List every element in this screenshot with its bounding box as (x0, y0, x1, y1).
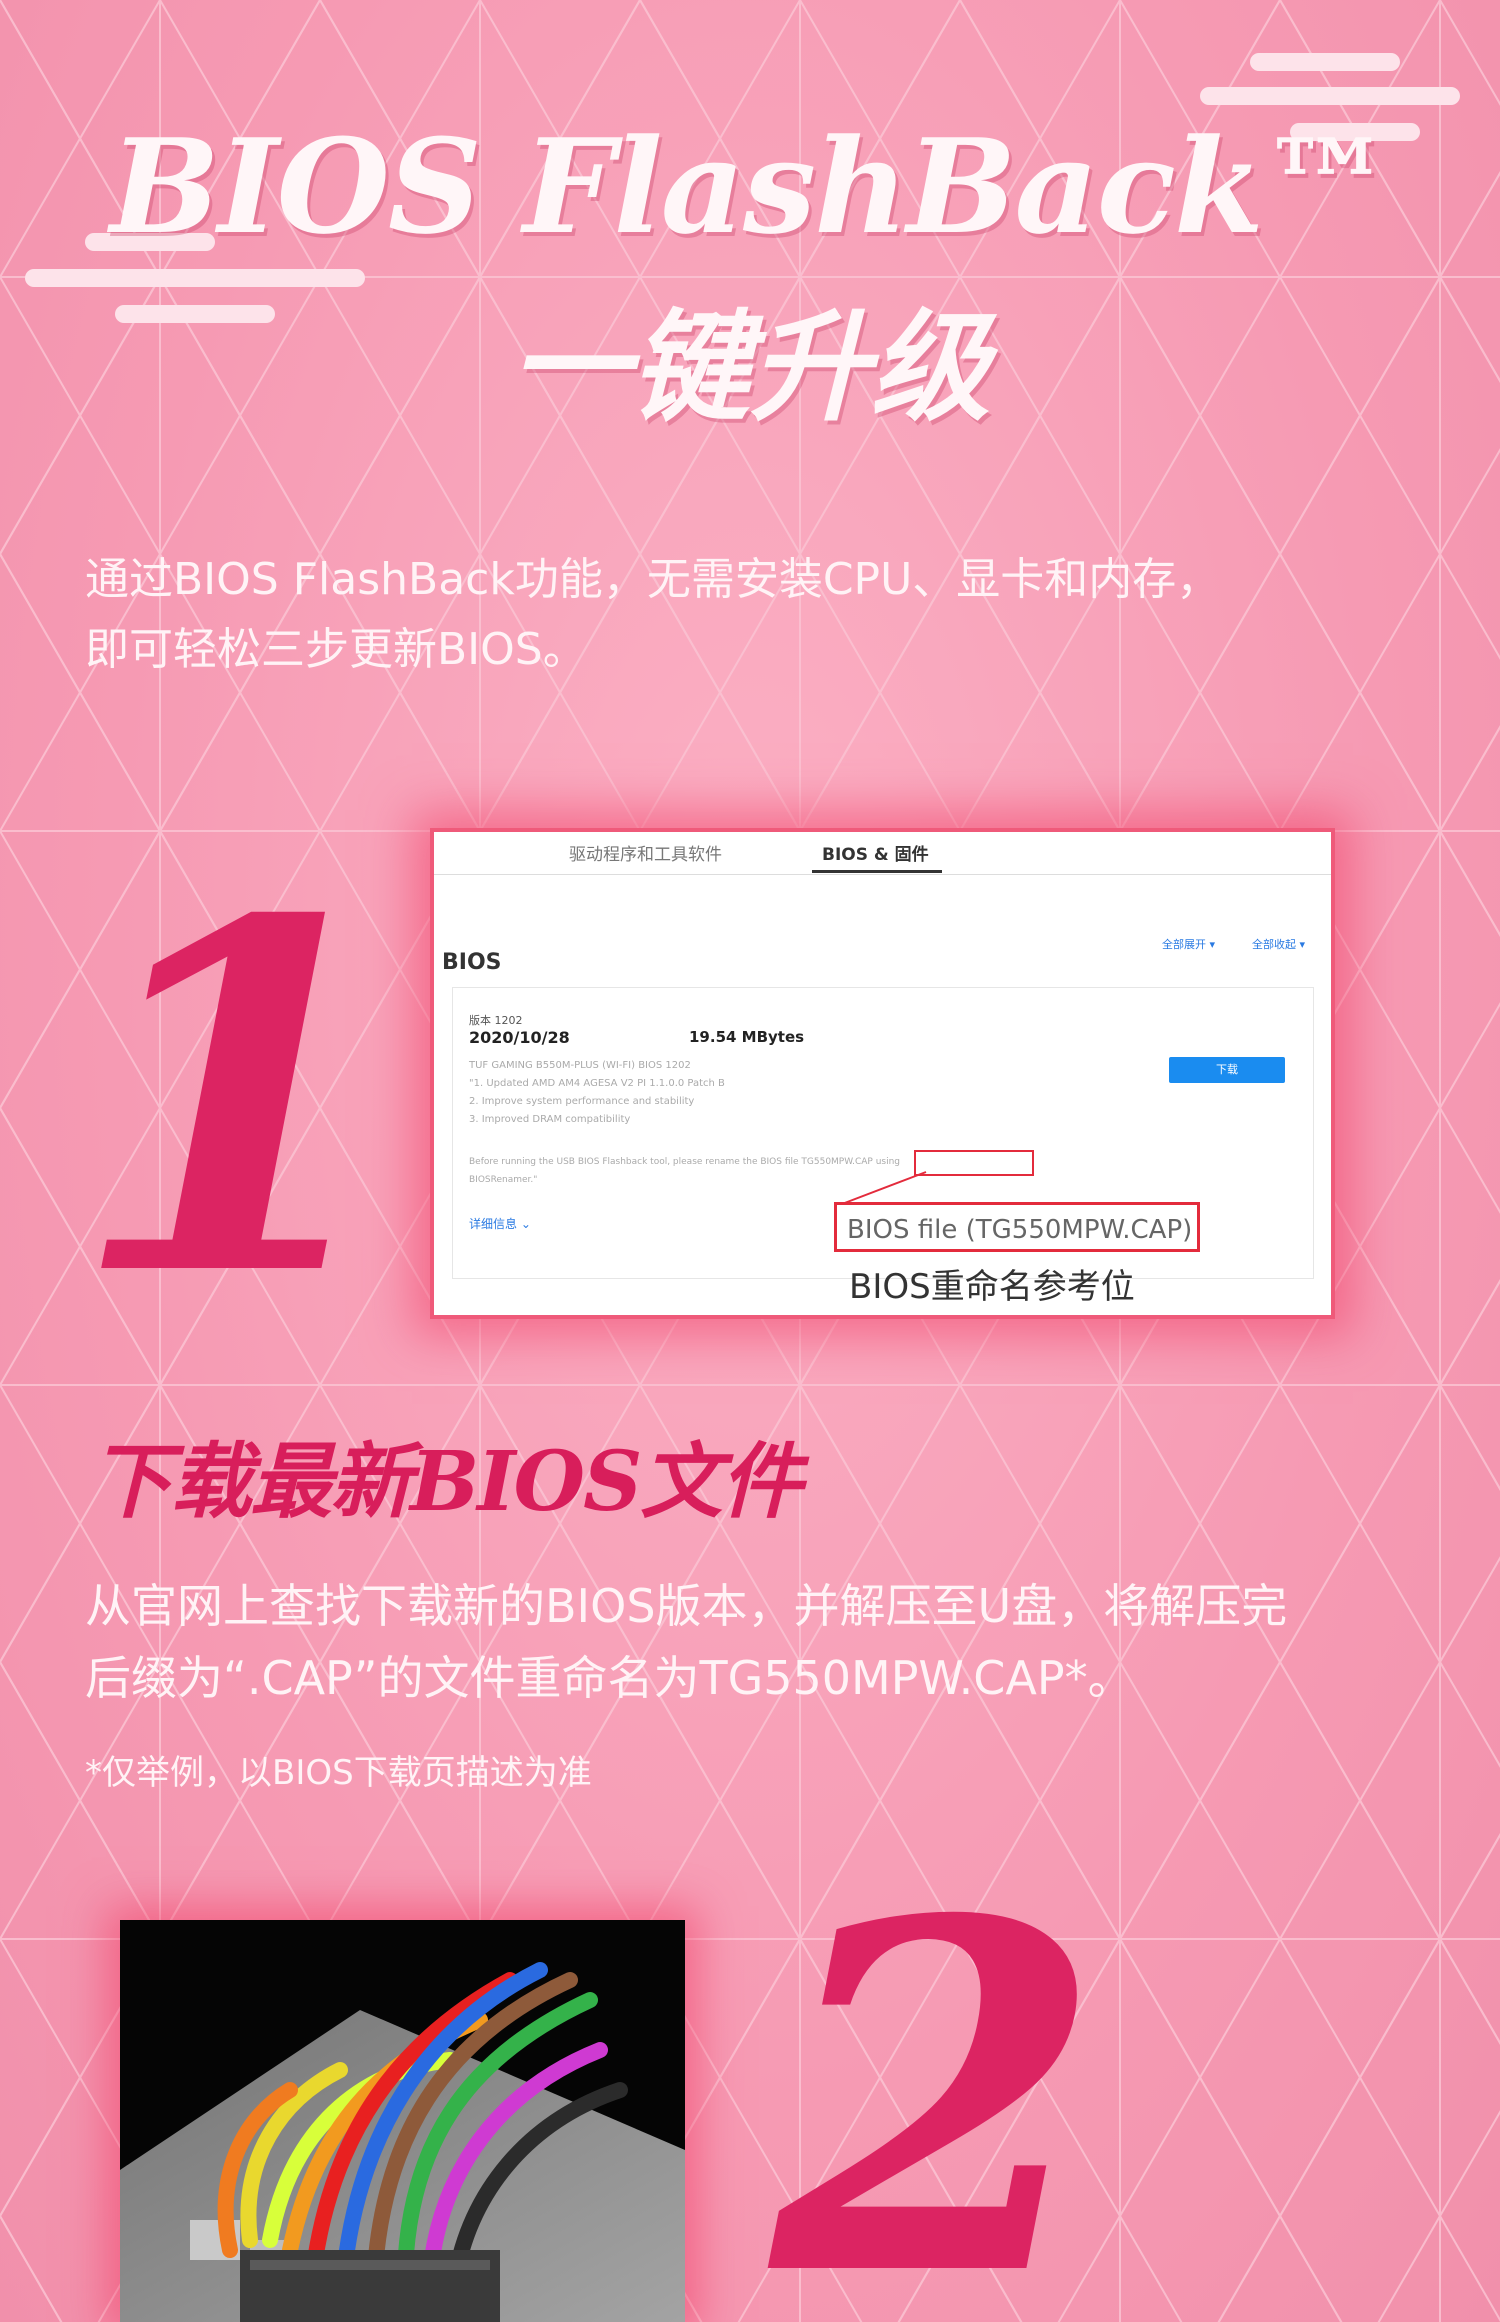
step1-heading: 下载最新BIOS文件 (90, 1434, 802, 1530)
bios-download-screenshot: 驱动程序和工具软件 BIOS & 固件 BIOS 全部展开 ▾ 全部收起 ▾ 版… (430, 828, 1335, 1319)
intro-text: 通过BIOS FlashBack功能，无需安装CPU、显卡和内存， 即可轻松三步… (85, 545, 1435, 685)
page: BIOS FlashBack™ 一键升级 通过BIOS FlashBack功能，… (0, 0, 1500, 2322)
step-number-2: 2 (770, 1818, 1104, 2322)
step1-desc-line-1: 从官网上查找下载新的BIOS版本，并解压至U盘，将解压完 (85, 1579, 1288, 1633)
description-line-2: "1. Updated AMD AM4 AGESA V2 PI 1.1.0.0 … (469, 1078, 725, 1089)
version-label: 版本 1202 (469, 1014, 523, 1027)
intro-line-2: 即可轻松三步更新BIOS。 (85, 624, 587, 675)
step1-description: 从官网上查找下载新的BIOS版本，并解压至U盘，将解压完 后缀为“.CAP”的文… (85, 1570, 1465, 1714)
rename-reference-label: BIOS重命名参考位 (849, 1267, 1135, 1307)
description-line-4: 3. Improved DRAM compatibility (469, 1114, 631, 1125)
tab-bar: 驱动程序和工具软件 BIOS & 固件 (434, 832, 1331, 875)
step1-desc-line-2: 后缀为“.CAP”的文件重命名为TG550MPW.CAP*。 (85, 1651, 1134, 1705)
step1-footnote: *仅举例，以BIOS下载页描述为准 (85, 1753, 592, 1793)
active-tab-indicator (812, 870, 942, 873)
bios-file-callout: BIOS file (TG550MPW.CAP) (834, 1202, 1200, 1252)
rename-note-line-1: Before running the USB BIOS Flashback to… (469, 1157, 900, 1167)
expand-all-link[interactable]: 全部展开 ▾ (1162, 936, 1215, 952)
page-title: BIOS FlashBack™ (109, 110, 1392, 263)
tab-drivers[interactable]: 驱动程序和工具软件 (569, 840, 722, 865)
collapse-all-link[interactable]: 全部收起 ▾ (1252, 936, 1305, 952)
callout-connector (841, 1171, 927, 1205)
tab-bios-firmware[interactable]: BIOS & 固件 (822, 840, 929, 865)
cable-illustration (120, 1920, 685, 2322)
description-line-3: 2. Improve system performance and stabil… (469, 1096, 695, 1107)
details-link[interactable]: 详细信息 ⌄ (469, 1215, 531, 1232)
rename-note-line-2: BIOSRenamer." (469, 1175, 538, 1185)
download-button[interactable]: 下载 (1169, 1057, 1285, 1083)
power-connector-image (120, 1920, 685, 2322)
intro-line-1: 通过BIOS FlashBack功能，无需安装CPU、显卡和内存， (85, 554, 1221, 605)
page-subtitle: 一键升级 (510, 297, 990, 438)
bios-section-title: BIOS (442, 950, 502, 975)
step-number-1: 1 (70, 818, 404, 1382)
file-size: 19.54 MBytes (689, 1028, 805, 1046)
description-line-1: TUF GAMING B550M-PLUS (WI-FI) BIOS 1202 (469, 1060, 691, 1071)
release-date: 2020/10/28 (469, 1028, 570, 1047)
